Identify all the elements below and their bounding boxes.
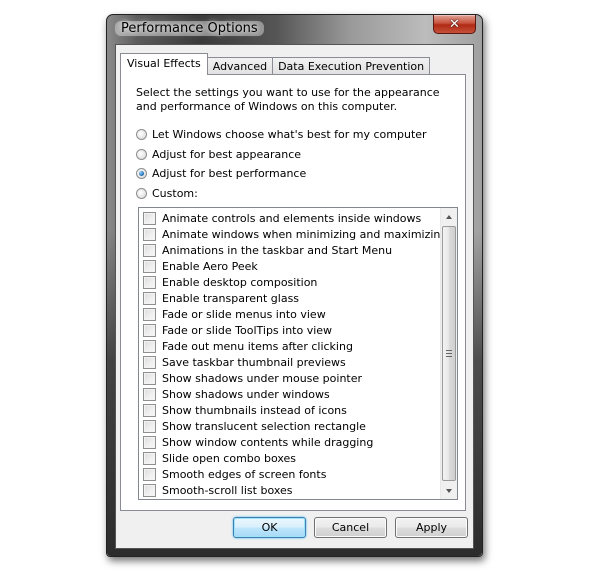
ok-button[interactable]: OK: [233, 517, 306, 538]
effect-checkbox[interactable]: [143, 243, 156, 257]
effect-label: Show translucent selection rectangle: [162, 419, 366, 433]
effect-list-item[interactable]: Show thumbnails instead of icons: [143, 402, 347, 418]
effect-checkbox[interactable]: [143, 435, 156, 449]
effect-label: Smooth edges of screen fonts: [162, 467, 327, 481]
radio-label: Custom:: [152, 186, 198, 200]
effect-checkbox[interactable]: [143, 467, 156, 481]
radio-label: Let Windows choose what's best for my co…: [152, 128, 427, 141]
effect-list-item[interactable]: Smooth edges of screen fonts: [143, 466, 326, 482]
effect-label: Fade out menu items after clicking: [162, 339, 353, 353]
effect-checkbox[interactable]: [143, 211, 156, 225]
effect-checkbox[interactable]: [143, 387, 156, 401]
effect-list-item[interactable]: Enable transparent glass: [143, 290, 299, 306]
effect-label: Show shadows under mouse pointer: [162, 371, 363, 385]
radio-button[interactable]: [136, 187, 147, 199]
performance-options-window: Performance Options ✕ Visual Effects Adv…: [106, 14, 483, 557]
effect-checkbox[interactable]: [143, 403, 156, 417]
dialog-client-area: Visual Effects Advanced Data Execution P…: [115, 44, 474, 549]
effect-list-item[interactable]: Smooth-scroll list boxes: [143, 482, 293, 498]
effect-list-item[interactable]: Fade or slide menus into view: [143, 306, 326, 322]
scroll-down-button[interactable]: [441, 482, 457, 499]
radio-option[interactable]: Adjust for best performance: [136, 167, 306, 180]
tab-strip: Visual Effects Advanced Data Execution P…: [120, 53, 431, 75]
effect-list-item[interactable]: Show shadows under windows: [143, 386, 330, 402]
effect-checkbox[interactable]: [143, 227, 156, 241]
effect-label: Smooth-scroll list boxes: [162, 483, 293, 497]
effect-label: Slide open combo boxes: [162, 451, 297, 465]
effect-checkbox[interactable]: [143, 371, 156, 385]
arrow-down-icon: [446, 488, 452, 493]
effect-label: Save taskbar thumbnail previews: [162, 355, 346, 369]
effect-list-item[interactable]: Animate windows when minimizing and maxi…: [143, 226, 447, 242]
tab-advanced[interactable]: Advanced: [206, 57, 274, 75]
effect-label: Enable transparent glass: [162, 291, 300, 305]
close-button[interactable]: ✕: [433, 15, 476, 34]
arrow-up-icon: [446, 214, 452, 219]
radio-option[interactable]: Adjust for best appearance: [136, 148, 301, 161]
effect-label: Enable desktop composition: [162, 275, 318, 289]
effect-checkbox[interactable]: [143, 419, 156, 433]
effect-checkbox[interactable]: [143, 355, 156, 369]
tab-data-execution-prevention[interactable]: Data Execution Prevention: [272, 57, 431, 75]
grip-icon: [446, 350, 452, 357]
effect-list-item[interactable]: Save taskbar thumbnail previews: [143, 354, 346, 370]
effects-listbox[interactable]: Animate controls and elements inside win…: [138, 207, 458, 500]
effect-label: Animate windows when minimizing and maxi…: [162, 227, 448, 241]
effect-checkbox[interactable]: [143, 451, 156, 465]
effect-label: Animations in the taskbar and Start Menu: [162, 243, 393, 257]
effect-checkbox[interactable]: [143, 323, 156, 337]
effect-list-item[interactable]: Animate controls and elements inside win…: [143, 210, 421, 226]
scroll-up-button[interactable]: [441, 208, 457, 225]
effect-checkbox[interactable]: [143, 291, 156, 305]
radio-button[interactable]: [136, 129, 147, 140]
effect-list-item[interactable]: Enable desktop composition: [143, 274, 317, 290]
window-title: Performance Options: [115, 21, 264, 36]
radio-label: Adjust for best appearance: [152, 147, 302, 161]
radio-button-selected[interactable]: [136, 168, 147, 179]
effect-checkbox[interactable]: [143, 483, 156, 497]
cancel-button[interactable]: Cancel: [314, 517, 387, 538]
effect-list-item[interactable]: Fade or slide ToolTips into view: [143, 322, 332, 338]
effect-label: Enable Aero Peek: [162, 259, 258, 273]
effect-label: Show window contents while dragging: [162, 435, 374, 449]
effect-label: Show shadows under windows: [162, 387, 330, 401]
scrollbar-thumb[interactable]: [442, 226, 456, 481]
effect-list-item[interactable]: Fade out menu items after clicking: [143, 338, 353, 354]
effect-list-item[interactable]: Show translucent selection rectangle: [143, 418, 366, 434]
effect-label: Fade or slide menus into view: [162, 307, 326, 321]
effect-list-item[interactable]: Enable Aero Peek: [143, 258, 258, 274]
effect-label: Animate controls and elements inside win…: [162, 211, 422, 225]
radio-option[interactable]: Let Windows choose what's best for my co…: [136, 128, 427, 141]
tab-visual-effects[interactable]: Visual Effects: [120, 53, 208, 75]
vertical-scrollbar[interactable]: [440, 208, 457, 499]
effect-checkbox[interactable]: [143, 307, 156, 321]
effect-label: Show thumbnails instead of icons: [162, 403, 347, 417]
radio-option[interactable]: Custom:: [136, 187, 198, 200]
close-icon: ✕: [449, 16, 460, 32]
effect-label: Fade or slide ToolTips into view: [162, 323, 333, 337]
apply-button[interactable]: Apply: [395, 517, 468, 538]
effect-list-item[interactable]: Show shadows under mouse pointer: [143, 370, 362, 386]
effect-checkbox[interactable]: [143, 259, 156, 273]
effect-checkbox[interactable]: [143, 339, 156, 353]
visual-effects-panel: Select the settings you want to use for …: [120, 74, 466, 511]
radio-label: Adjust for best performance: [152, 167, 307, 180]
effect-list-item[interactable]: Show window contents while dragging: [143, 434, 373, 450]
effect-list-item[interactable]: Slide open combo boxes: [143, 450, 296, 466]
effect-list-item[interactable]: Animations in the taskbar and Start Menu: [143, 242, 392, 258]
description-text: Select the settings you want to use for …: [136, 86, 440, 113]
effect-checkbox[interactable]: [143, 275, 156, 289]
radio-button[interactable]: [136, 148, 147, 160]
